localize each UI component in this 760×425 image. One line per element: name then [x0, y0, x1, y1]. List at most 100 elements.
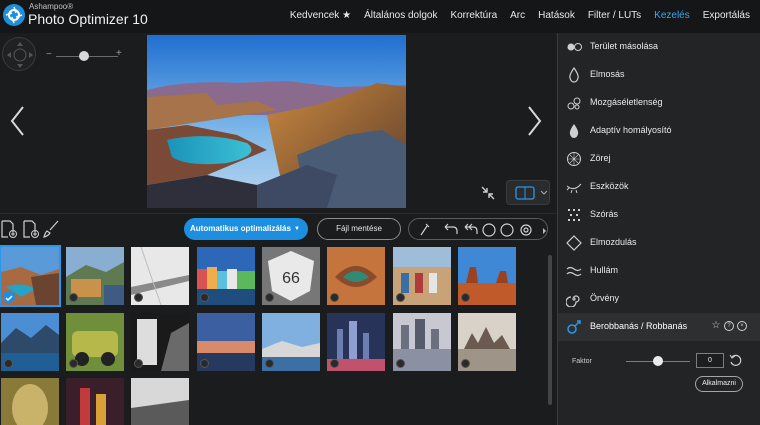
select-toggle[interactable]: [265, 359, 274, 368]
next-image-arrow-icon[interactable]: [524, 105, 544, 137]
thumbnail[interactable]: [66, 247, 124, 305]
thumbnail[interactable]: 66: [262, 247, 320, 305]
auto-optimize-label: Automatikus optimalizálás: [190, 224, 291, 233]
noise-icon: [566, 151, 582, 167]
zoom-in-button[interactable]: +: [116, 48, 122, 59]
auto-optimize-button[interactable]: Automatikus optimalizálás ▼: [184, 218, 308, 240]
thumbnail[interactable]: [262, 313, 320, 371]
tool-adaptive-blur[interactable]: Adaptív homályosító: [558, 117, 760, 145]
displace-icon: [566, 235, 582, 251]
select-toggle[interactable]: [396, 293, 405, 302]
tools-icon: [566, 179, 582, 195]
zoom-slider-thumb[interactable]: [78, 51, 89, 61]
app-title: Photo Optimizer 10: [28, 11, 148, 27]
tool-tools[interactable]: Eszközök: [558, 173, 760, 201]
tool-label: Elmosás: [590, 69, 625, 79]
tool-label: Zörej: [590, 153, 611, 163]
brand-name: Ashampoo®: [29, 2, 74, 11]
thumbnail[interactable]: [1, 378, 59, 425]
add-folder-icon[interactable]: [22, 220, 40, 238]
compress-icon[interactable]: [474, 181, 502, 205]
main-menu: Kedvencek ★ Általános dolgok Korrektúra …: [277, 10, 750, 21]
clone-icon: [566, 39, 582, 55]
add-file-icon[interactable]: [0, 220, 18, 238]
help-icon[interactable]: ?: [724, 321, 734, 331]
app-logo: [3, 4, 25, 26]
tool-wave[interactable]: Hullám: [558, 257, 760, 285]
tool-clone[interactable]: Terület másolása: [558, 33, 760, 61]
select-toggle[interactable]: [69, 293, 78, 302]
scatter-icon: [566, 207, 582, 223]
select-toggle[interactable]: [330, 293, 339, 302]
select-toggle[interactable]: [69, 359, 78, 368]
select-toggle[interactable]: [396, 359, 405, 368]
thumbnail[interactable]: [393, 313, 451, 371]
thumbnail[interactable]: [0, 245, 61, 307]
thumbnail[interactable]: [458, 247, 516, 305]
wave-icon: [566, 263, 582, 279]
toolbar: Automatikus optimalizálás ▼ Fájl mentése: [0, 213, 556, 243]
menu-item-effects[interactable]: Hatások: [538, 10, 575, 21]
close-icon[interactable]: ×: [737, 321, 747, 331]
star-icon[interactable]: ☆: [711, 321, 721, 331]
thumbnail[interactable]: [327, 247, 385, 305]
tool-actions: ☆ ? ×: [711, 321, 747, 331]
menu-item-filters[interactable]: Filter / LUTs: [588, 10, 641, 21]
tool-label: Örvény: [590, 293, 620, 303]
menu-item-export[interactable]: Exportálás: [703, 10, 750, 21]
thumbnail[interactable]: [197, 313, 255, 371]
select-toggle[interactable]: [461, 359, 470, 368]
menu-item-processing[interactable]: Kezelés: [654, 10, 690, 21]
compare-view-toggle[interactable]: [506, 180, 550, 205]
selected-check-icon[interactable]: [3, 291, 15, 303]
factor-value-input[interactable]: 0: [696, 353, 724, 368]
tool-scatter[interactable]: Szórás: [558, 201, 760, 229]
thumbnail[interactable]: [458, 313, 516, 371]
menu-item-face[interactable]: Arc: [510, 10, 525, 21]
main-photo: [147, 35, 406, 208]
thumbnail[interactable]: [327, 313, 385, 371]
select-toggle[interactable]: [265, 293, 274, 302]
thumbnail[interactable]: [66, 378, 124, 425]
save-file-button[interactable]: Fájl mentése: [317, 218, 401, 240]
previous-image-arrow-icon[interactable]: [8, 105, 28, 137]
select-toggle[interactable]: [200, 359, 209, 368]
svg-text:66: 66: [282, 270, 300, 287]
select-toggle[interactable]: [461, 293, 470, 302]
factor-slider-thumb[interactable]: [653, 356, 663, 366]
tool-label: Berobbanás / Robbanás: [590, 321, 688, 331]
thumbnail[interactable]: [1, 313, 59, 371]
brush-icon[interactable]: [42, 220, 60, 238]
pan-navigator[interactable]: [2, 37, 36, 71]
thumbnail[interactable]: [66, 313, 124, 371]
menu-item-correction[interactable]: Korrektúra: [450, 10, 497, 21]
select-toggle[interactable]: [4, 359, 13, 368]
tool-motion-blur[interactable]: Mozgáséletlenség: [558, 89, 760, 117]
tool-explode[interactable]: Berobbanás / Robbanás ☆ ? ×: [558, 313, 760, 341]
apply-button[interactable]: Alkalmazni: [695, 376, 743, 392]
tool-label: Szórás: [590, 209, 619, 219]
thumbnail[interactable]: [131, 313, 189, 371]
chevron-down-icon: ▼: [294, 226, 300, 232]
zoom-out-button[interactable]: −: [46, 49, 52, 60]
menu-item-general[interactable]: Általános dolgok: [364, 10, 437, 21]
tool-label: Hullám: [590, 265, 619, 275]
gallery-scrollbar[interactable]: [548, 255, 552, 405]
swirl-icon: [565, 291, 582, 308]
select-toggle[interactable]: [200, 293, 209, 302]
adaptive-blur-icon: [566, 123, 582, 139]
reset-icon[interactable]: [728, 353, 742, 367]
menu-item-favorites[interactable]: Kedvencek ★: [290, 10, 351, 21]
tool-label: Mozgáséletlenség: [590, 97, 663, 107]
tool-noise[interactable]: Zörej: [558, 145, 760, 173]
thumbnail[interactable]: [393, 247, 451, 305]
thumbnail[interactable]: [131, 247, 189, 305]
select-toggle[interactable]: [134, 359, 143, 368]
thumbnail[interactable]: [197, 247, 255, 305]
select-toggle[interactable]: [330, 359, 339, 368]
tool-displace[interactable]: Elmozdulás: [558, 229, 760, 257]
select-toggle[interactable]: [134, 293, 143, 302]
thumbnail[interactable]: [131, 378, 189, 425]
tool-blur[interactable]: Elmosás: [558, 61, 760, 89]
tool-swirl[interactable]: Örvény: [558, 285, 760, 313]
